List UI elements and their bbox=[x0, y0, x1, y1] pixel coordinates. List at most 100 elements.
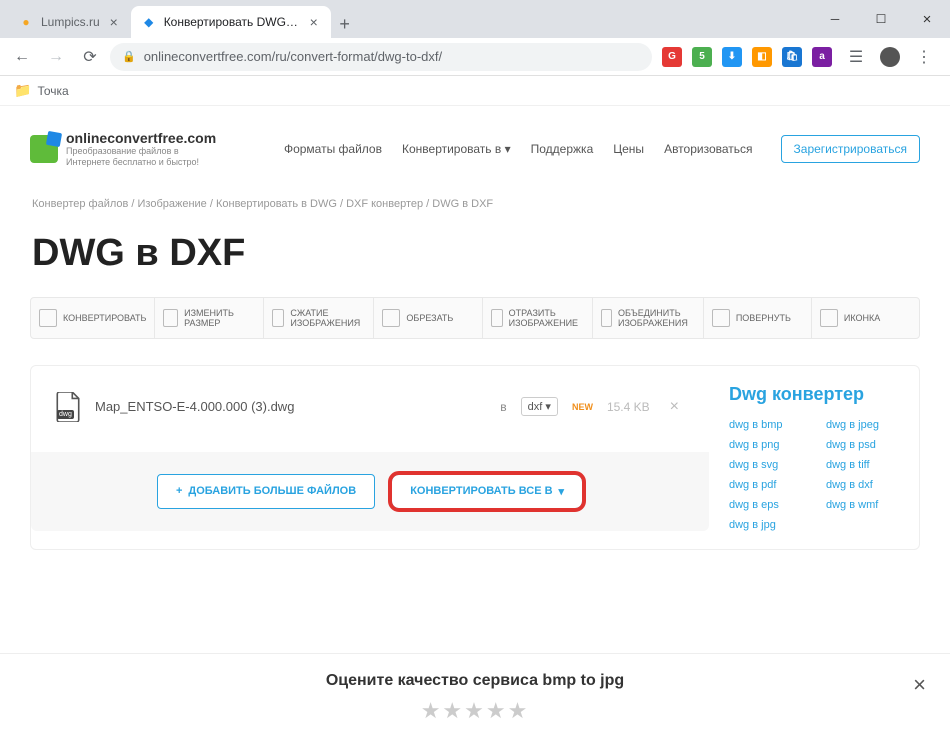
link-dwg-wmf[interactable]: dwg в wmf bbox=[826, 499, 909, 511]
chevron-down-icon: ▾ bbox=[545, 401, 551, 413]
crop-icon bbox=[382, 309, 400, 327]
link-dwg-dxf[interactable]: dwg в dxf bbox=[826, 479, 909, 491]
ext-icon[interactable]: ◧ bbox=[752, 47, 772, 67]
rotate-icon bbox=[712, 309, 730, 327]
nav-formats[interactable]: Форматы файлов bbox=[284, 142, 382, 156]
readlist-icon[interactable]: ☰ bbox=[842, 43, 870, 71]
link-dwg-eps[interactable]: dwg в eps bbox=[729, 499, 812, 511]
link-dwg-svg[interactable]: dwg в svg bbox=[729, 459, 812, 471]
ext-icon[interactable]: G bbox=[662, 47, 682, 67]
favicon-icon: ● bbox=[18, 14, 34, 30]
menu-icon[interactable]: ⋮ bbox=[910, 43, 938, 71]
sidebar-title: Dwg конвертер bbox=[729, 384, 909, 405]
link-dwg-tiff[interactable]: dwg в tiff bbox=[826, 459, 909, 471]
rating-title: Оцените качество сервиса bmp to jpg bbox=[30, 672, 920, 690]
nav-pricing[interactable]: Цены bbox=[613, 142, 644, 156]
convert-icon bbox=[39, 309, 57, 327]
tool-icon[interactable]: ИКОНКА bbox=[812, 298, 919, 338]
nav-login[interactable]: Авторизоваться bbox=[664, 142, 752, 156]
bookmarks-bar: 📁 Точка bbox=[0, 76, 950, 106]
site-logo[interactable]: onlineconvertfree.com Преобразование фай… bbox=[30, 130, 216, 168]
action-row: +ДОБАВИТЬ БОЛЬШЕ ФАЙЛОВ КОНВЕРТИРОВАТЬ В… bbox=[31, 452, 709, 531]
url-text: onlineconvertfree.com/ru/convert-format/… bbox=[144, 49, 442, 64]
address-bar: ← → ⟳ 🔒 onlineconvertfree.com/ru/convert… bbox=[0, 38, 950, 76]
resize-icon bbox=[163, 309, 178, 327]
tab-title: Конвертировать DWG в DXF он bbox=[164, 15, 300, 29]
page-title: DWG в DXF bbox=[30, 228, 920, 297]
icon-icon bbox=[820, 309, 838, 327]
plus-icon: + bbox=[176, 485, 182, 497]
site-name: onlineconvertfree.com bbox=[66, 130, 216, 146]
page-content: onlineconvertfree.com Преобразование фай… bbox=[0, 106, 950, 736]
browser-tabstrip: ● Lumpics.ru × ◆ Конвертировать DWG в DX… bbox=[0, 0, 950, 38]
merge-icon bbox=[601, 309, 612, 327]
file-row: dwg Map_ENTSO-E-4.000.000 (3).dwg в dxf … bbox=[55, 384, 685, 452]
link-dwg-pdf[interactable]: dwg в pdf bbox=[729, 479, 812, 491]
close-window-button[interactable]: × bbox=[904, 0, 950, 38]
tool-crop[interactable]: ОБРЕЗАТЬ bbox=[374, 298, 482, 338]
tool-flip[interactable]: ОТРАЗИТЬ ИЗОБРАЖЕНИЕ bbox=[483, 298, 593, 338]
close-icon[interactable]: × bbox=[107, 15, 121, 29]
link-dwg-bmp[interactable]: dwg в bmp bbox=[729, 419, 812, 431]
forward-button[interactable]: → bbox=[42, 43, 70, 71]
extensions: G 5 ⬇ ◧ 🛍 a ☰ ⋮ bbox=[658, 43, 942, 71]
rating-banner: Оцените качество сервиса bmp to jpg ★★★★… bbox=[0, 653, 950, 736]
sidebar-links: Dwg конвертер dwg в bmp dwg в jpeg dwg в… bbox=[729, 366, 919, 549]
ext-icon[interactable]: a bbox=[812, 47, 832, 67]
close-banner-button[interactable]: × bbox=[913, 672, 926, 698]
tool-compress[interactable]: СЖАТИЕ ИЗОБРАЖЕНИЯ bbox=[264, 298, 375, 338]
tool-merge[interactable]: ОБЪЕДИНИТЬ ИЗОБРАЖЕНИЯ bbox=[593, 298, 704, 338]
site-tagline: Преобразование файлов в Интернете беспла… bbox=[66, 146, 216, 168]
compress-icon bbox=[272, 309, 285, 327]
rating-stars[interactable]: ★★★★★ bbox=[30, 698, 920, 724]
url-input[interactable]: 🔒 onlineconvertfree.com/ru/convert-forma… bbox=[110, 43, 652, 71]
minimize-button[interactable]: ─ bbox=[812, 0, 858, 38]
tab-lumpics[interactable]: ● Lumpics.ru × bbox=[8, 6, 131, 38]
file-ext-label: dwg bbox=[57, 410, 74, 419]
nav-support[interactable]: Поддержка bbox=[531, 142, 594, 156]
chevron-down-icon: ▾ bbox=[505, 142, 511, 156]
convert-all-button[interactable]: КОНВЕРТИРОВАТЬ ВСЕ В ▾ bbox=[391, 474, 583, 509]
file-name: Map_ENTSO-E-4.000.000 (3).dwg bbox=[95, 399, 486, 414]
maximize-button[interactable]: ☐ bbox=[858, 0, 904, 38]
breadcrumb[interactable]: Конвертер файлов / Изображение / Конверт… bbox=[30, 188, 920, 228]
main-nav: Форматы файлов Конвертировать в ▾ Поддер… bbox=[284, 142, 753, 156]
avatar-icon[interactable] bbox=[880, 47, 900, 67]
ext-icon[interactable]: 5 bbox=[692, 47, 712, 67]
tool-resize[interactable]: ИЗМЕНИТЬ РАЗМЕР bbox=[155, 298, 263, 338]
format-select[interactable]: dxf ▾ bbox=[521, 397, 558, 416]
remove-file-button[interactable]: × bbox=[664, 398, 685, 416]
link-dwg-png[interactable]: dwg в png bbox=[729, 439, 812, 451]
back-button[interactable]: ← bbox=[8, 43, 36, 71]
window-controls: ─ ☐ × bbox=[812, 0, 950, 38]
file-panel: dwg Map_ENTSO-E-4.000.000 (3).dwg в dxf … bbox=[30, 365, 920, 550]
tool-convert[interactable]: КОНВЕРТИРОВАТЬ bbox=[31, 298, 155, 338]
tab-converter[interactable]: ◆ Конвертировать DWG в DXF он × bbox=[131, 6, 331, 38]
add-files-button[interactable]: +ДОБАВИТЬ БОЛЬШЕ ФАЙЛОВ bbox=[157, 474, 375, 509]
link-dwg-psd[interactable]: dwg в psd bbox=[826, 439, 909, 451]
logo-icon bbox=[30, 135, 58, 163]
lock-icon: 🔒 bbox=[122, 50, 136, 63]
new-badge: NEW bbox=[572, 402, 593, 412]
to-label: в bbox=[500, 400, 506, 414]
chevron-down-icon: ▾ bbox=[559, 485, 565, 498]
nav-convert[interactable]: Конвертировать в ▾ bbox=[402, 142, 511, 156]
site-header: onlineconvertfree.com Преобразование фай… bbox=[30, 122, 920, 188]
flip-icon bbox=[491, 309, 503, 327]
file-icon: dwg bbox=[55, 392, 81, 422]
new-tab-button[interactable]: + bbox=[331, 10, 359, 38]
ext-icon[interactable]: 🛍 bbox=[782, 47, 802, 67]
tool-rotate[interactable]: ПОВЕРНУТЬ bbox=[704, 298, 812, 338]
link-dwg-jpeg[interactable]: dwg в jpeg bbox=[826, 419, 909, 431]
link-dwg-jpg[interactable]: dwg в jpg bbox=[729, 519, 812, 531]
register-button[interactable]: Зарегистрироваться bbox=[781, 135, 920, 163]
tool-tabs: КОНВЕРТИРОВАТЬ ИЗМЕНИТЬ РАЗМЕР СЖАТИЕ ИЗ… bbox=[30, 297, 920, 339]
reload-button[interactable]: ⟳ bbox=[76, 43, 104, 71]
folder-icon: 📁 bbox=[14, 82, 31, 99]
tab-title: Lumpics.ru bbox=[41, 15, 100, 29]
favicon-icon: ◆ bbox=[141, 14, 157, 30]
file-size: 15.4 KB bbox=[607, 400, 650, 414]
ext-icon[interactable]: ⬇ bbox=[722, 47, 742, 67]
bookmark-item[interactable]: Точка bbox=[37, 84, 68, 98]
close-icon[interactable]: × bbox=[307, 15, 321, 29]
